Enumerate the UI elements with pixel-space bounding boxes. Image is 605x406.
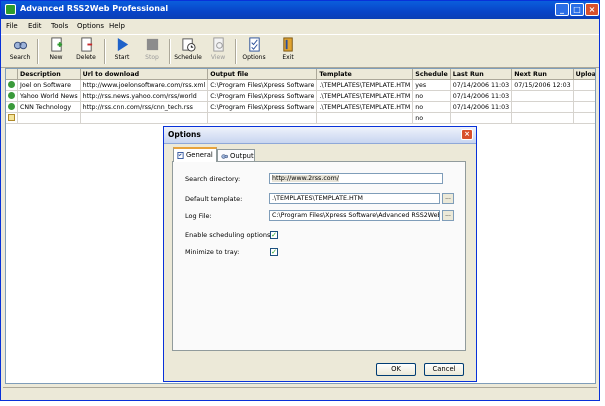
minimize-tray-checkbox[interactable]: ✓ bbox=[270, 248, 278, 256]
feed-icon bbox=[8, 103, 15, 111]
menu-bar: File Edit Tools Options Help bbox=[1, 20, 599, 33]
cell-description[interactable]: Yahoo World News bbox=[17, 90, 81, 102]
delete-icon bbox=[80, 37, 92, 52]
menu-options[interactable]: Options bbox=[77, 22, 104, 30]
ok-button[interactable]: OK bbox=[376, 363, 416, 376]
view-icon bbox=[212, 37, 224, 52]
cell-schedule[interactable]: no bbox=[412, 112, 451, 124]
dialog-title: Options bbox=[168, 130, 201, 139]
toolbar-separator bbox=[235, 39, 237, 64]
title-bar[interactable]: Advanced RSS2Web Professional _ □ × bbox=[1, 1, 599, 19]
search-icon bbox=[13, 41, 27, 50]
menu-edit[interactable]: Edit bbox=[28, 22, 42, 30]
cell-last-run: 07/14/2006 11:03 bbox=[450, 79, 513, 91]
template-browse-button[interactable]: ... bbox=[442, 193, 454, 204]
menu-tools[interactable]: Tools bbox=[51, 22, 68, 30]
cell-url[interactable]: http://www.joelonsoftware.com/rss.xml bbox=[80, 79, 209, 91]
cell-schedule[interactable]: no bbox=[412, 101, 451, 113]
menu-file[interactable]: File bbox=[6, 22, 18, 30]
cell-url[interactable]: http://rss.news.yahoo.com/rss/world bbox=[80, 90, 209, 102]
maximize-button[interactable]: □ bbox=[570, 3, 584, 16]
cell-description[interactable]: CNN Technology bbox=[17, 101, 81, 113]
schedule-icon bbox=[181, 38, 196, 52]
options-button[interactable]: Options bbox=[239, 37, 269, 65]
cell-output-file[interactable]: C:\Program Files\Xpress Software bbox=[207, 101, 318, 113]
schedule-button[interactable]: Schedule bbox=[173, 37, 203, 65]
menu-help[interactable]: Help bbox=[109, 22, 125, 30]
cell-schedule[interactable]: no bbox=[412, 90, 451, 102]
cell-template[interactable]: .\TEMPLATES\TEMPLATE.HTM bbox=[316, 79, 414, 91]
table-row[interactable]: Joel on Software http://www.joelonsoftwa… bbox=[6, 79, 595, 91]
cell-next-run bbox=[511, 101, 574, 113]
stop-icon bbox=[146, 38, 158, 51]
minimize-button[interactable]: _ bbox=[555, 3, 569, 16]
cell-last-run: 07/14/2006 11:03 bbox=[450, 101, 513, 113]
output-tab-icon bbox=[221, 153, 228, 159]
exit-icon bbox=[282, 37, 293, 52]
general-tab-icon bbox=[177, 151, 184, 159]
table-row[interactable]: Yahoo World News http://rss.news.yahoo.c… bbox=[6, 90, 595, 102]
default-template-label: Default template: bbox=[185, 195, 243, 203]
close-button[interactable]: × bbox=[585, 3, 599, 16]
column-header-icon[interactable] bbox=[6, 69, 18, 80]
exit-button[interactable]: Exit bbox=[273, 37, 303, 65]
cell-template[interactable]: .\TEMPLATES\TEMPLATE.HTM bbox=[316, 90, 414, 102]
cell-description[interactable]: Joel on Software bbox=[17, 79, 81, 91]
start-button[interactable]: Start bbox=[107, 37, 137, 65]
default-template-input[interactable]: .\TEMPLATES\TEMPLATE.HTM bbox=[269, 193, 440, 204]
toolbar-separator bbox=[104, 39, 106, 64]
options-icon bbox=[248, 37, 260, 52]
cell-output-file[interactable]: C:\Program Files\Xpress Software bbox=[207, 79, 318, 91]
log-file-label: Log File: bbox=[185, 212, 212, 220]
column-header-template[interactable]: Template bbox=[316, 69, 414, 80]
tab-general[interactable]: General bbox=[173, 147, 217, 162]
cell-template[interactable]: .\TEMPLATES\TEMPLATE.HTM bbox=[316, 101, 414, 113]
log-browse-button[interactable]: ... bbox=[442, 210, 454, 221]
log-file-input[interactable]: C:\Program Files\Xpress Software\Advance… bbox=[269, 210, 440, 221]
column-header-last-run[interactable]: Last Run bbox=[450, 69, 513, 80]
cell-next-run bbox=[511, 90, 574, 102]
toolbar: Search New Delete Start Stop Schedule Vi… bbox=[1, 34, 599, 68]
general-tab-panel: Search directory: http://www.2rss.com/ D… bbox=[172, 161, 466, 351]
search-directory-input[interactable]: http://www.2rss.com/ bbox=[269, 173, 443, 184]
table-header-row: Description Url to download Output file … bbox=[6, 69, 595, 80]
column-header-output-file[interactable]: Output file bbox=[207, 69, 318, 80]
dialog-title-bar[interactable]: Options × bbox=[164, 127, 476, 144]
delete-button[interactable]: Delete bbox=[71, 37, 101, 65]
status-bar bbox=[3, 387, 597, 400]
feed-icon bbox=[8, 81, 15, 89]
stop-button[interactable]: Stop bbox=[137, 37, 167, 65]
minimize-tray-label: Minimize to tray: bbox=[185, 248, 240, 256]
new-row-icon bbox=[8, 114, 15, 122]
new-icon bbox=[50, 37, 62, 52]
cell-next-run: 07/15/2006 12:03 bbox=[511, 79, 574, 91]
column-header-upload-ftp[interactable]: Upload to FTP bbox=[573, 69, 595, 80]
cell-schedule[interactable]: yes bbox=[412, 79, 451, 91]
app-icon bbox=[5, 4, 16, 15]
toolbar-separator bbox=[169, 39, 171, 64]
column-header-description[interactable]: Description bbox=[17, 69, 81, 80]
view-button[interactable]: View bbox=[203, 37, 233, 65]
options-dialog: Options × General Output Search director… bbox=[163, 126, 477, 382]
start-icon bbox=[117, 37, 128, 52]
column-header-next-run[interactable]: Next Run bbox=[511, 69, 574, 80]
window-title: Advanced RSS2Web Professional bbox=[20, 4, 169, 13]
search-directory-label: Search directory: bbox=[185, 175, 241, 183]
scheduling-checkbox[interactable]: ✓ bbox=[270, 231, 278, 239]
search-button[interactable]: Search bbox=[5, 37, 35, 65]
cell-last-run: 07/14/2006 11:03 bbox=[450, 90, 513, 102]
tab-output[interactable]: Output bbox=[217, 149, 255, 161]
column-header-url[interactable]: Url to download bbox=[80, 69, 209, 80]
toolbar-separator bbox=[37, 39, 39, 64]
cell-url[interactable]: http://rss.cnn.com/rss/cnn_tech.rss bbox=[80, 101, 209, 113]
dialog-close-button[interactable]: × bbox=[461, 129, 473, 140]
cell-output-file[interactable]: C:\Program Files\Xpress Software bbox=[207, 90, 318, 102]
new-button[interactable]: New bbox=[41, 37, 71, 65]
feed-icon bbox=[8, 92, 15, 100]
new-row[interactable]: no bbox=[6, 112, 595, 124]
cancel-button[interactable]: Cancel bbox=[424, 363, 464, 376]
scheduling-label: Enable scheduling options bbox=[185, 231, 271, 239]
table-row[interactable]: CNN Technology http://rss.cnn.com/rss/cn… bbox=[6, 101, 595, 113]
column-header-schedule[interactable]: Schedule bbox=[412, 69, 451, 80]
